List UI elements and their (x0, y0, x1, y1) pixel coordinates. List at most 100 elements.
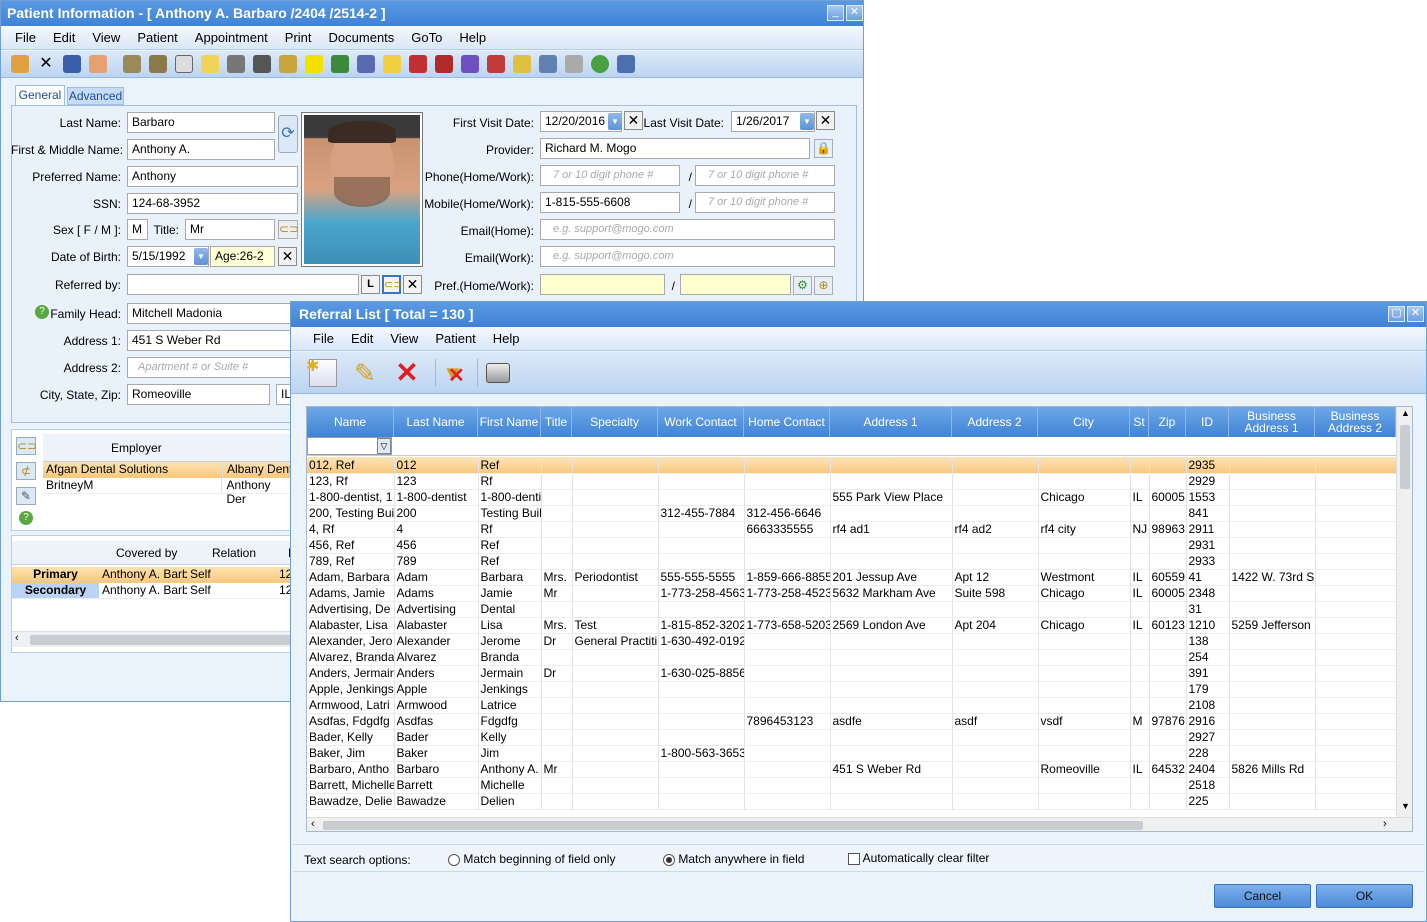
table-row[interactable]: Barrett, Michelle Barrett Michelle 2518 (307, 777, 1397, 794)
edit-pencil-icon[interactable]: ✎ (351, 359, 379, 387)
tab-general[interactable]: General (15, 85, 65, 105)
col-header-name[interactable]: Name (307, 407, 394, 437)
pref-home-field[interactable] (540, 274, 665, 295)
title-field[interactable]: Mr (185, 219, 275, 240)
table-row[interactable]: 123, Rf 123 Rf 2929 (307, 473, 1397, 490)
rc-icon[interactable] (305, 55, 323, 73)
table-row[interactable]: Apple, Jenkings Apple Jenkings 179 (307, 681, 1397, 698)
col-header-first-name[interactable]: First Name (478, 407, 541, 437)
ssn-field[interactable]: 124-68-3952 (127, 193, 298, 214)
scan-icon[interactable] (539, 55, 557, 73)
scroll-up-icon[interactable]: ▲ (1401, 408, 1410, 418)
help-icon[interactable] (591, 55, 609, 73)
menu-file[interactable]: File (15, 30, 36, 45)
menu-goto[interactable]: GoTo (411, 30, 442, 45)
close-button[interactable]: ✕ (846, 5, 863, 21)
minimize-button[interactable]: _ (827, 5, 844, 21)
menu-help[interactable]: Help (493, 331, 520, 346)
match-beginning-option[interactable]: Match beginning of field only (448, 852, 615, 866)
table-row[interactable]: Alexander, Jero Alexander Jerome Dr General … (307, 633, 1397, 650)
col-header-last-name[interactable]: Last Name (394, 407, 478, 437)
hscroll-thumb[interactable] (323, 821, 1143, 830)
auto-clear-option[interactable]: Automatically clear filter (848, 851, 989, 865)
table-row[interactable]: Bader, Kelly Bader Kelly 2927 (307, 729, 1397, 746)
first-middle-field[interactable]: Anthony A. (127, 139, 275, 160)
table-row[interactable]: 1-800-dentist, 1 1-800-dentist 1-800-denti… (307, 489, 1397, 506)
network-icon[interactable] (227, 55, 245, 73)
hscroll-left-icon[interactable]: ‹ (311, 818, 315, 830)
menu-view[interactable]: View (390, 331, 418, 346)
employer-row-2[interactable]: BritneyM Anthony Der (43, 478, 293, 506)
tab-advanced[interactable]: Advanced (67, 87, 124, 105)
person-icon[interactable] (89, 55, 107, 73)
email-home-field[interactable]: e.g. support@mogo.com (540, 219, 835, 240)
menu-help[interactable]: Help (459, 30, 486, 45)
col-header-id[interactable]: ID (1186, 407, 1229, 437)
city-field[interactable]: Romeoville (127, 384, 270, 405)
col-header-work-contact[interactable]: Work Contact (658, 407, 744, 437)
swap-names-icon[interactable]: ⟳ (278, 115, 298, 153)
mobile-work-field[interactable]: 7 or 10 digit phone # (695, 192, 835, 213)
col-header-address1[interactable]: Address 1 (830, 407, 952, 437)
chart-icon[interactable] (461, 55, 479, 73)
menu-edit[interactable]: Edit (351, 331, 373, 346)
scroll-left-icon[interactable]: ‹ (15, 632, 19, 644)
vscroll-thumb[interactable] (1400, 425, 1410, 489)
employer-help-icon[interactable]: ? (19, 511, 33, 525)
col-header-business-address2[interactable]: Business Address 2 (1315, 407, 1396, 437)
pref-work-field[interactable] (680, 274, 791, 295)
referral-close-button[interactable]: ✕ (1407, 306, 1424, 322)
table-row[interactable]: 789, Ref 789 Ref 2933 (307, 553, 1397, 570)
delete-icon[interactable]: ✕ (393, 358, 421, 387)
menu-file[interactable]: File (313, 331, 334, 346)
grid-hscrollbar[interactable]: ‹ › (307, 817, 1412, 831)
table-row[interactable]: 456, Ref 456 Ref 2931 (307, 537, 1397, 554)
phone-work-field[interactable]: 7 or 10 digit phone # (695, 165, 835, 186)
menu-print[interactable]: Print (285, 30, 312, 45)
close-icon[interactable]: ✕ (37, 55, 55, 73)
pref-link-icon[interactable]: ⊕ (814, 276, 833, 295)
col-header-specialty[interactable]: Specialty (572, 407, 658, 437)
employer-unlink-icon[interactable]: ⊄ (16, 462, 36, 480)
match-anywhere-radio[interactable] (663, 853, 675, 866)
auto-clear-checkbox[interactable] (848, 852, 860, 865)
col-header-address2[interactable]: Address 2 (952, 407, 1038, 437)
people-icon[interactable] (357, 55, 375, 73)
link-icon[interactable]: ⊂⊃ (278, 220, 299, 239)
gears-icon[interactable] (123, 55, 141, 73)
email-work-field[interactable]: e.g. support@mogo.com (540, 246, 835, 267)
print-icon[interactable] (477, 358, 510, 387)
first-visit-dropdown-icon[interactable]: ▼ (608, 113, 622, 130)
menu-appointment[interactable]: Appointment (195, 30, 268, 45)
address1-field[interactable]: 451 S Weber Rd (127, 330, 298, 351)
mobile-home-field[interactable]: 1-815-555-6608 (540, 192, 680, 213)
insurance-row-primary[interactable]: Primary Anthony A. Barb Self 12 (12, 567, 300, 583)
table-row[interactable]: 4, Rf 4 Rf 6663335555 rf4 ad1 rf4 ad2 rf4 city… (307, 521, 1397, 538)
menu-documents[interactable]: Documents (329, 30, 395, 45)
referral-list-button[interactable]: L (361, 275, 380, 294)
cancel-button[interactable]: Cancel (1214, 884, 1311, 908)
hscroll-right-icon[interactable]: › (1383, 818, 1387, 830)
provider-lock-icon[interactable]: 🔒 (814, 139, 833, 158)
table-row[interactable]: Adams, Jamie Adams Jamie Mr 1-773-258-4563 1-… (307, 585, 1397, 602)
book3-icon[interactable] (487, 55, 505, 73)
provider-field[interactable]: Richard M. Mogo (540, 138, 810, 159)
table-row[interactable]: Asdfas, Fdgdfg Asdfas Fdgdfg 7896453123 asdf… (307, 713, 1397, 730)
menu-patient[interactable]: Patient (137, 30, 177, 45)
export-icon[interactable] (383, 55, 401, 73)
clear-referral-icon[interactable]: ✕ (403, 275, 422, 294)
clear-last-visit-icon[interactable]: ✕ (816, 111, 835, 130)
table-row[interactable]: 200, Testing Bui 200 Testing Buil 312-455-7… (307, 505, 1397, 522)
ok-button[interactable]: OK (1316, 884, 1413, 908)
grid-vscrollbar[interactable]: ▲ ▼ (1396, 407, 1412, 817)
gears2-icon[interactable] (149, 55, 167, 73)
table-row[interactable]: Advertising, De Advertising Dental 31 (307, 601, 1397, 618)
maximize-button[interactable]: ▢ (1388, 306, 1405, 322)
address2-field[interactable]: Apartment # or Suite # (127, 357, 298, 378)
col-header-title[interactable]: Title (541, 407, 572, 437)
card-icon[interactable] (565, 55, 583, 73)
col-header-home-contact[interactable]: Home Contact (744, 407, 830, 437)
last-visit-dropdown-icon[interactable]: ▼ (800, 113, 814, 130)
insurance-row-secondary[interactable]: Secondary Anthony A. Barb Self 12 (12, 583, 300, 599)
new-referral-icon[interactable]: ✱ (306, 358, 337, 387)
